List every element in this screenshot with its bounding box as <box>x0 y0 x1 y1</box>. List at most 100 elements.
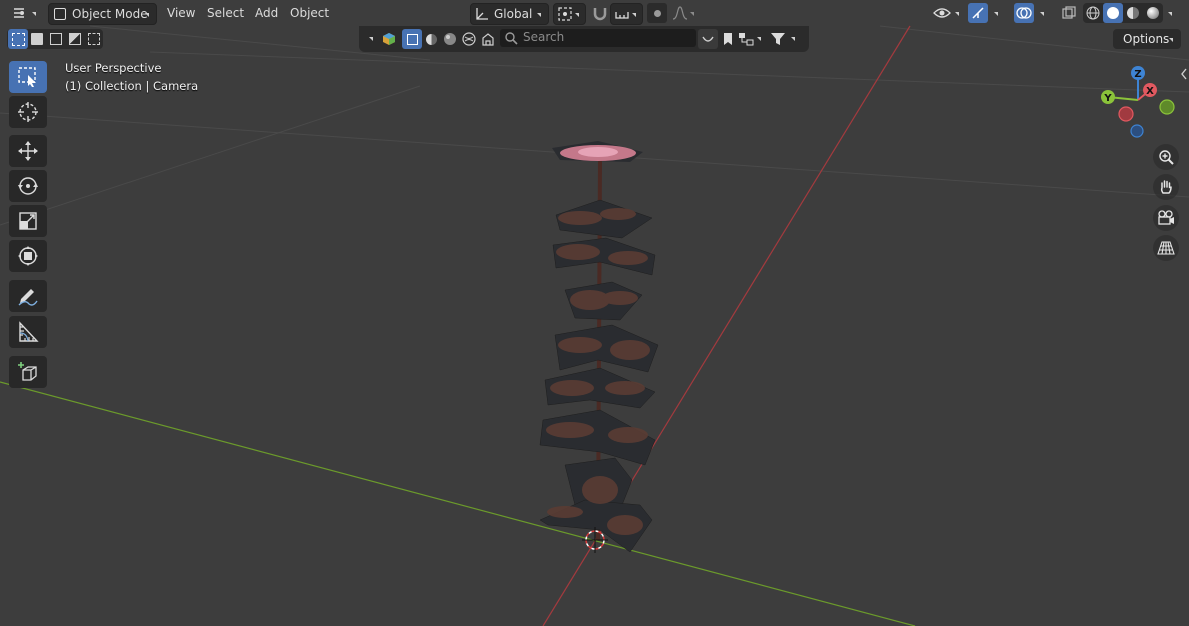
filter-texture-button[interactable] <box>440 29 460 49</box>
mode-label: Object Mode <box>72 7 148 21</box>
select-box-tool[interactable] <box>9 61 47 93</box>
grid-perspective-icon <box>1157 241 1175 255</box>
snap-target-dropdown[interactable] <box>610 3 643 25</box>
select-extend-button[interactable] <box>27 29 47 49</box>
transform-icon <box>18 246 38 266</box>
wireframe-sphere-icon <box>1086 6 1100 20</box>
scale-tool[interactable] <box>9 205 47 237</box>
navigation-gizmo[interactable]: Z Y X <box>1094 62 1184 152</box>
menu-add[interactable]: Add <box>249 3 284 23</box>
chevron-down-icon <box>1169 38 1173 42</box>
filter-material-button[interactable] <box>421 29 441 49</box>
solid-shading-button[interactable] <box>1103 3 1123 23</box>
add-cube-icon <box>18 362 37 381</box>
magnet-icon <box>593 8 607 21</box>
perspective-toggle-button[interactable] <box>1153 235 1179 261</box>
eye-icon <box>933 8 951 18</box>
hand-icon <box>1160 180 1172 194</box>
hierarchy-icon <box>739 33 754 46</box>
gizmo-toggle-button[interactable] <box>968 3 988 23</box>
rendered-shading-button[interactable] <box>1143 3 1163 23</box>
search-placeholder: Search <box>523 30 565 44</box>
bookmark-button[interactable] <box>718 29 738 49</box>
scale-icon <box>19 212 37 230</box>
material-icon <box>425 33 437 45</box>
select-intersect-button[interactable] <box>84 29 104 49</box>
hierarchy-dropdown[interactable] <box>738 29 766 49</box>
select-box-icon <box>18 67 36 87</box>
zoom-button[interactable] <box>1153 144 1179 170</box>
funnel-icon <box>771 33 785 45</box>
texture-icon <box>444 33 456 45</box>
annotate-pencil-icon <box>18 289 38 306</box>
wireframe-shading-button[interactable] <box>1083 3 1103 23</box>
shading-buttons <box>1083 3 1163 23</box>
overlays-icon <box>1016 7 1032 19</box>
shading-chevron-down-icon[interactable] <box>1168 12 1172 16</box>
proportional-editing-button[interactable] <box>647 3 667 23</box>
gizmo-chevron-down-icon[interactable] <box>994 12 998 16</box>
measure-ruler-icon <box>19 321 39 342</box>
measure-tool[interactable] <box>9 316 47 348</box>
move-tool[interactable] <box>9 135 47 167</box>
menu-view[interactable]: View <box>161 3 201 23</box>
overlays-chevron-down-icon[interactable] <box>1040 12 1044 16</box>
options-label: Options <box>1123 32 1170 46</box>
object-square-icon <box>406 33 418 45</box>
curve-icon <box>702 36 714 42</box>
visibility-dropdown[interactable] <box>932 3 964 23</box>
scene-icon <box>482 33 494 46</box>
view-name: User Perspective <box>65 61 162 75</box>
filter-dropdown[interactable] <box>770 29 800 49</box>
zoom-icon <box>1159 150 1174 165</box>
filter-toggle-button[interactable] <box>698 29 718 49</box>
rendered-sphere-icon <box>1147 7 1159 19</box>
selection-mode-buttons <box>7 29 103 49</box>
select-invert-button[interactable] <box>65 29 85 49</box>
editor-type-icon <box>14 8 24 18</box>
pan-button[interactable] <box>1153 174 1179 200</box>
search-field[interactable]: Search <box>500 29 696 47</box>
proportional-editing-icon <box>653 9 661 17</box>
filter-scene-button[interactable] <box>478 29 498 49</box>
snap-toggle-button[interactable] <box>590 3 610 23</box>
object-mode-dropdown[interactable]: Object Mode <box>48 3 157 25</box>
cursor-tool[interactable] <box>9 96 47 128</box>
pivot-icon <box>558 7 572 21</box>
3d-viewport[interactable] <box>0 0 1189 626</box>
chevron-down-icon <box>537 13 541 17</box>
filter-world-button[interactable] <box>459 29 479 49</box>
menu-object[interactable]: Object <box>284 3 335 23</box>
rotate-icon <box>18 177 38 195</box>
xray-toggle-button[interactable] <box>1059 3 1079 23</box>
options-dropdown[interactable]: Options <box>1113 29 1181 49</box>
orientation-axes-icon <box>476 8 488 20</box>
material-shading-button[interactable] <box>1123 3 1143 23</box>
filter-object-button[interactable] <box>402 29 422 49</box>
falloff-curve-icon <box>672 6 688 20</box>
filter-collapse-button[interactable] <box>379 29 399 49</box>
move-arrows-icon <box>18 141 38 161</box>
camera-icon <box>1158 210 1174 225</box>
annotate-tool[interactable] <box>9 280 47 312</box>
rotate-tool[interactable] <box>9 170 47 202</box>
menu-select[interactable]: Select <box>201 3 250 23</box>
overlays-toggle-button[interactable] <box>1014 3 1034 23</box>
select-new-button[interactable] <box>8 29 28 49</box>
transform-orientation-dropdown[interactable]: Global <box>470 3 549 25</box>
editor-type-dropdown[interactable] <box>10 3 40 23</box>
collection-info: (1) Collection | Camera <box>65 79 199 93</box>
add-cube-tool[interactable] <box>9 356 47 388</box>
select-subtract-button[interactable] <box>46 29 66 49</box>
pivot-point-dropdown[interactable] <box>553 3 586 25</box>
proportional-falloff-dropdown[interactable] <box>670 3 698 23</box>
chevron-down-icon[interactable] <box>369 37 373 41</box>
camera-view-button[interactable] <box>1153 205 1179 231</box>
gizmo-y-label: Y <box>1103 93 1112 104</box>
color-cube-icon <box>383 33 395 45</box>
snap-increment-icon <box>615 12 629 19</box>
chevron-down-icon <box>757 37 761 41</box>
transform-tool[interactable] <box>9 240 47 272</box>
object-mode-icon <box>54 8 66 20</box>
outliner-filter-bar: Search <box>359 26 809 52</box>
